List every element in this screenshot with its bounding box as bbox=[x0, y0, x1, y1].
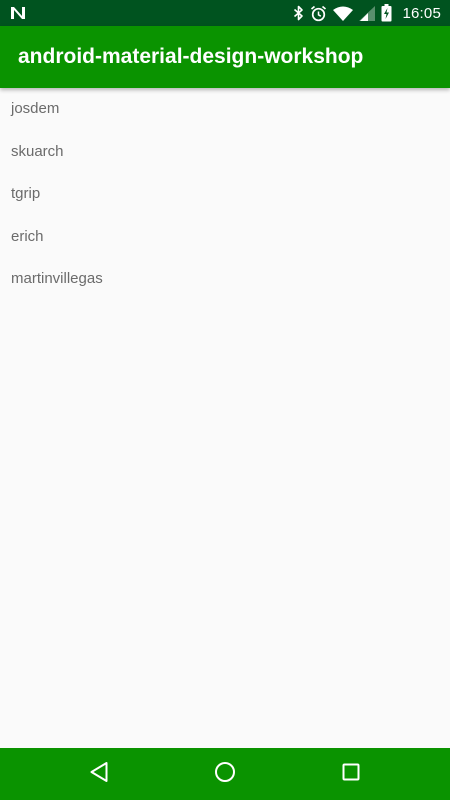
user-list: josdem skuarch tgrip erich martinvillega… bbox=[0, 88, 450, 301]
status-time: 16:05 bbox=[402, 4, 441, 22]
status-bar-left bbox=[10, 3, 26, 23]
navigation-bar bbox=[0, 748, 450, 800]
back-button[interactable] bbox=[69, 748, 129, 800]
recents-icon bbox=[341, 762, 361, 787]
back-icon bbox=[89, 761, 109, 788]
list-item[interactable]: martinvillegas bbox=[0, 258, 450, 301]
battery-charging-icon bbox=[381, 4, 392, 22]
app-bar: android-material-design-workshop bbox=[0, 26, 450, 88]
list-item[interactable]: erich bbox=[0, 216, 450, 259]
list-item[interactable]: tgrip bbox=[0, 173, 450, 216]
status-bar-right: 16:05 bbox=[293, 0, 441, 26]
status-bar: 16:05 bbox=[0, 0, 450, 26]
screen: 16:05 android-material-design-workshop j… bbox=[0, 0, 450, 800]
n-notification-icon bbox=[10, 6, 26, 20]
list-item[interactable]: skuarch bbox=[0, 131, 450, 174]
alarm-icon bbox=[310, 5, 327, 22]
wifi-icon bbox=[333, 6, 354, 21]
app-title: android-material-design-workshop bbox=[18, 45, 364, 68]
cell-signal-icon bbox=[359, 5, 376, 21]
home-button[interactable] bbox=[195, 748, 255, 800]
recents-button[interactable] bbox=[321, 748, 381, 800]
list-item[interactable]: josdem bbox=[0, 88, 450, 131]
home-icon bbox=[214, 761, 236, 788]
bluetooth-icon bbox=[293, 5, 304, 21]
